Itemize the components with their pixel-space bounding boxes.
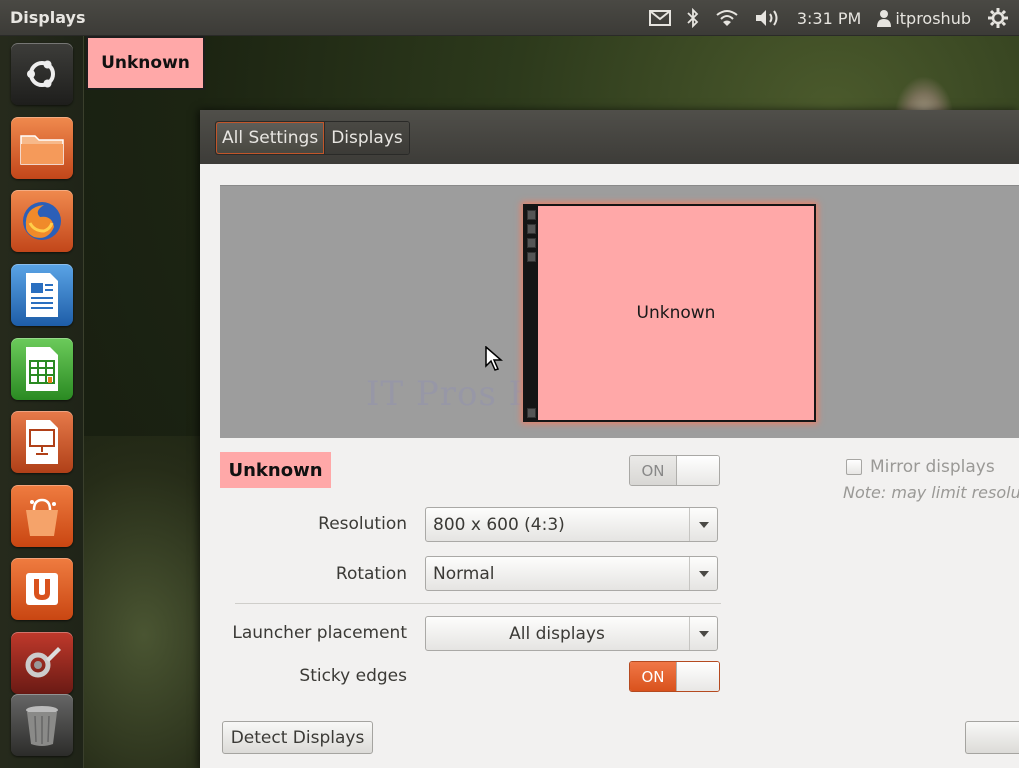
separator (235, 603, 721, 604)
launcher-writer[interactable] (9, 262, 75, 328)
launcher-files[interactable] (9, 115, 75, 181)
launcher-dash-home[interactable] (9, 41, 75, 107)
rotation-value: Normal (433, 564, 495, 584)
breadcrumb-all-settings[interactable]: All Settings (216, 122, 325, 154)
breadcrumb-displays[interactable]: Displays (324, 122, 409, 154)
sticky-edges-label: Sticky edges (299, 666, 407, 686)
launcher-impress[interactable] (9, 409, 75, 475)
user-menu[interactable]: itproshub (877, 9, 971, 28)
breadcrumb: All Settings Displays (215, 121, 410, 155)
launcher-placement-label: Launcher placement (232, 623, 407, 643)
gear-icon[interactable] (987, 7, 1009, 29)
monitor-preview-label: Unknown (636, 303, 716, 323)
writer-icon (11, 264, 73, 326)
display-arrangement-preview[interactable]: IT Pros HUB Unknown (220, 185, 1019, 438)
apply-button[interactable] (965, 721, 1019, 754)
launcher-placement-dropdown[interactable] (689, 617, 717, 650)
launcher-trash[interactable] (9, 690, 75, 760)
mirror-displays-label: Mirror displays (870, 457, 995, 477)
chevron-down-icon (698, 521, 709, 528)
launcher-calc[interactable] (9, 336, 75, 402)
display-on-switch[interactable]: ON (629, 455, 720, 486)
user-icon (877, 10, 892, 27)
volume-icon[interactable] (755, 9, 781, 27)
clock[interactable]: 3:31 PM (797, 9, 861, 28)
ubuntu-one-icon (11, 558, 73, 620)
firefox-icon (11, 190, 73, 252)
mail-icon[interactable] (648, 10, 671, 26)
resolution-dropdown[interactable] (689, 508, 717, 541)
launcher-system-settings[interactable] (9, 630, 75, 696)
monitor-preview[interactable]: Unknown (523, 204, 816, 422)
system-settings-icon (11, 632, 73, 694)
chevron-down-icon (698, 570, 709, 577)
launcher-placement-bar (525, 206, 538, 420)
user-name: itproshub (895, 8, 971, 28)
ubuntu-home-icon (11, 43, 73, 105)
rotation-label: Rotation (335, 564, 407, 584)
resolution-label: Resolution (318, 514, 407, 534)
detect-displays-button[interactable]: Detect Displays (222, 721, 373, 754)
resolution-select[interactable]: 800 x 600 (4:3) (425, 507, 718, 542)
launcher-placement-select[interactable]: All displays (425, 616, 718, 651)
calc-icon (11, 338, 73, 400)
switch-knob (676, 456, 719, 485)
display-switch-label: ON (630, 456, 676, 485)
displays-settings-window: All Settings Displays IT Pros HUB Unknow… (200, 110, 1019, 768)
launcher-firefox[interactable] (9, 188, 75, 254)
system-tray: 3:31 PM itproshub (648, 0, 1009, 36)
rotation-select[interactable]: Normal (425, 556, 718, 591)
launcher-placement-value: All displays (509, 624, 605, 644)
window-toolbar: All Settings Displays (200, 110, 1019, 164)
mouse-cursor-icon (485, 346, 503, 371)
mirror-displays-option[interactable]: Mirror displays (846, 457, 995, 477)
rotation-dropdown[interactable] (689, 557, 717, 590)
mirror-displays-checkbox[interactable] (846, 459, 862, 475)
display-name-tag: Unknown (220, 452, 331, 488)
chevron-down-icon (698, 630, 709, 637)
files-icon (11, 117, 73, 179)
sticky-edges-switch[interactable]: ON (629, 661, 720, 692)
mirror-note: Note: may limit resolu (843, 483, 1019, 502)
wifi-icon[interactable] (715, 9, 739, 27)
bluetooth-icon[interactable] (687, 8, 699, 28)
launcher (0, 36, 84, 768)
impress-icon (11, 411, 73, 473)
app-title: Displays (10, 8, 86, 27)
resolution-value: 800 x 600 (4:3) (433, 515, 565, 535)
software-center-icon (11, 485, 73, 547)
launcher-software-center[interactable] (9, 483, 75, 549)
display-identify-label: Unknown (86, 36, 205, 90)
trash-icon (11, 694, 73, 756)
switch-knob (676, 662, 719, 691)
top-panel: Displays 3:31 PM itproshub (0, 0, 1019, 36)
sticky-edges-switch-label: ON (630, 662, 676, 691)
launcher-ubuntu-one[interactable] (9, 556, 75, 622)
